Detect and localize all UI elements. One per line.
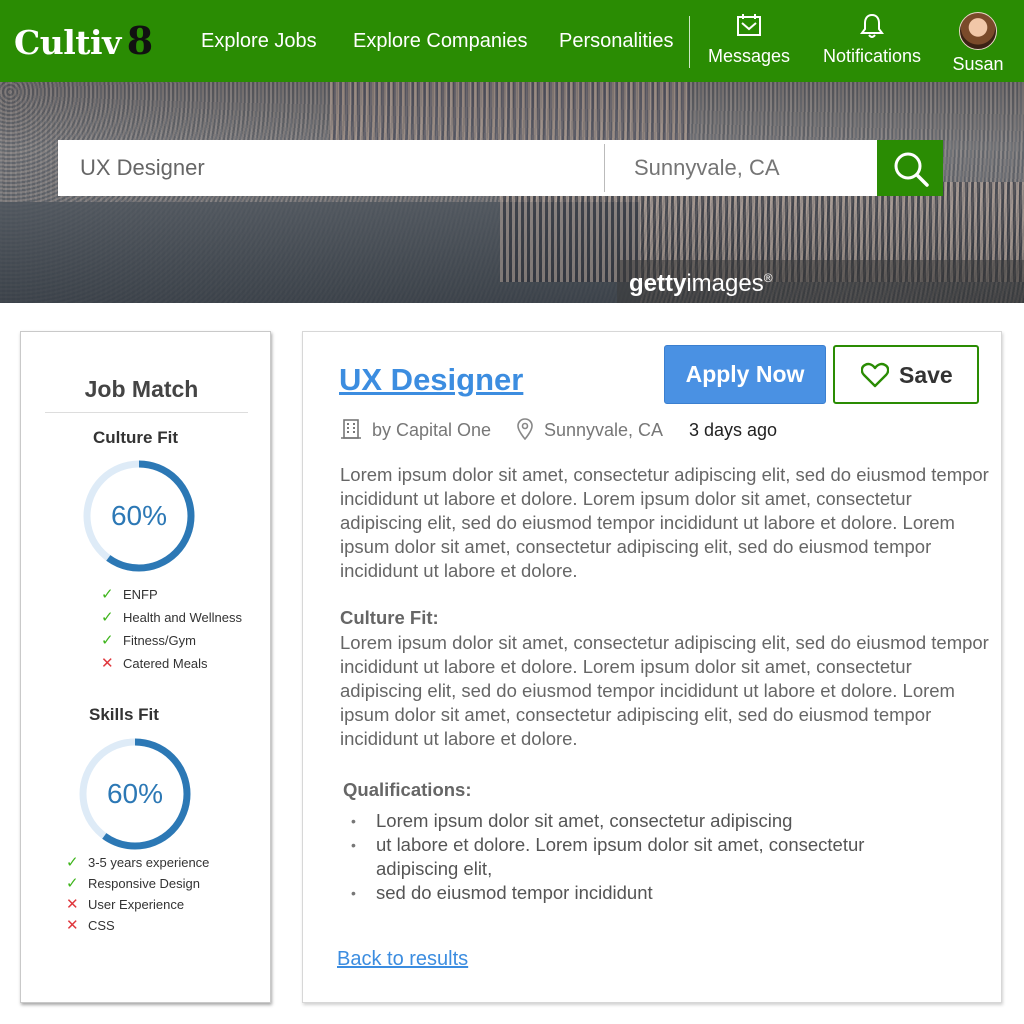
logo[interactable]: Cultiv 8 [14, 18, 153, 63]
company-meta: by Capital One [340, 419, 492, 441]
job-detail-card: UX Designer Apply Now Save by Capital On… [302, 331, 1002, 1003]
fit-item-label: Fitness/Gym [123, 633, 196, 648]
fit-item-label: User Experience [88, 897, 185, 912]
cross-icon: ✕ [66, 896, 79, 913]
job-location: Sunnyvale, CA [544, 420, 664, 440]
fit-item-label: ENFP [123, 587, 158, 602]
fit-item-label: Catered Meals [123, 656, 208, 671]
culture-fit-list: ✓ ENFP ✓ Health and Wellness ✓ Fitness/Gym ✕ Ca… [101, 585, 242, 677]
logo-number: 8 [126, 18, 153, 63]
skills-fit-percent: 60% [106, 778, 164, 809]
back-to-results-link[interactable]: Back to results [337, 948, 468, 971]
culture-fit-heading: Culture Fit [93, 428, 178, 447]
save-label: Save [899, 362, 953, 388]
check-icon: ✓ [101, 632, 114, 649]
fit-item: ✓ Fitness/Gym [101, 631, 242, 654]
job-description: Lorem ipsum dolor sit amet, consectetur … [340, 464, 989, 581]
list-item: Lorem ipsum dolor sit amet, consectetur … [347, 809, 947, 833]
divider [45, 412, 248, 413]
cross-icon: ✕ [101, 655, 114, 672]
list-item: ut labore et dolore. Lorem ipsum dolor s… [347, 833, 947, 881]
nav-notifications[interactable]: Notifications [822, 12, 922, 67]
fit-item: ✕ Catered Meals [101, 654, 242, 677]
company-name: by Capital One [372, 420, 492, 440]
job-search-input[interactable] [58, 140, 604, 196]
check-icon: ✓ [101, 586, 114, 603]
fit-item: ✓ Health and Wellness [101, 608, 242, 631]
messages-label: Messages [707, 46, 791, 66]
avatar [959, 12, 997, 50]
posted-date: 3 days ago [689, 420, 778, 440]
culture-fit-section-heading: Culture Fit: [340, 607, 439, 628]
skills-fit-ring: 60% [78, 737, 192, 851]
search-divider [604, 144, 605, 192]
culture-fit-ring: 60% [82, 459, 196, 573]
skills-fit-heading: Skills Fit [89, 705, 159, 724]
job-match-panel: Job Match Culture Fit 60% ✓ ENFP ✓ Health a… [20, 331, 271, 1003]
heart-icon [861, 362, 889, 388]
skills-fit-list: ✓ 3-5 years experience ✓ Responsive Design ✕… [66, 853, 209, 937]
calendar-mail-icon [737, 14, 761, 36]
job-title[interactable]: UX Designer [339, 362, 523, 398]
notifications-label: Notifications [822, 46, 922, 66]
nav-user[interactable]: Susan [950, 12, 1006, 75]
save-button[interactable]: Save [833, 345, 979, 404]
nav-messages[interactable]: Messages [707, 12, 791, 67]
search-bar [58, 140, 878, 196]
cross-icon: ✕ [66, 917, 79, 934]
location-pin-icon [517, 418, 533, 440]
job-match-title: Job Match [84, 376, 199, 402]
check-icon: ✓ [66, 854, 79, 871]
location-input[interactable] [606, 140, 878, 196]
bell-icon [860, 13, 884, 38]
top-nav: Cultiv 8 Explore Jobs Explore Companies P… [0, 0, 1024, 82]
check-icon: ✓ [66, 875, 79, 892]
fit-item-label: 3-5 years experience [88, 855, 210, 870]
culture-fit-percent: 60% [110, 500, 168, 531]
search-icon [894, 152, 929, 187]
qualifications-heading: Qualifications: [343, 779, 472, 800]
nav-divider [689, 16, 690, 68]
nav-personalities[interactable]: Personalities [559, 30, 674, 53]
building-icon [341, 419, 361, 439]
nav-explore-jobs[interactable]: Explore Jobs [201, 30, 317, 53]
fit-item: ✕ CSS [66, 916, 209, 937]
nav-explore-companies[interactable]: Explore Companies [353, 30, 528, 53]
fit-item: ✓ 3-5 years experience [66, 853, 209, 874]
check-icon: ✓ [101, 609, 114, 626]
culture-fit-description: Lorem ipsum dolor sit amet, consectetur … [340, 632, 989, 749]
qualifications-list: Lorem ipsum dolor sit amet, consectetur … [347, 809, 947, 905]
hero-crowd-top [330, 82, 690, 142]
fit-item-label: Health and Wellness [123, 610, 242, 625]
location-meta: Sunnyvale, CA [516, 418, 664, 441]
fit-item: ✓ ENFP [101, 585, 242, 608]
search-button[interactable] [877, 140, 943, 196]
fit-item: ✓ Responsive Design [66, 874, 209, 895]
fit-item-label: CSS [88, 918, 115, 933]
user-name: Susan [952, 54, 1004, 74]
list-item: sed do eiusmod tempor incididunt [347, 881, 947, 905]
fit-item: ✕ User Experience [66, 895, 209, 916]
logo-text: Cultiv [14, 23, 121, 62]
apply-now-button[interactable]: Apply Now [664, 345, 826, 404]
watermark: gettyimages® [617, 260, 1024, 303]
fit-item-label: Responsive Design [88, 876, 201, 891]
